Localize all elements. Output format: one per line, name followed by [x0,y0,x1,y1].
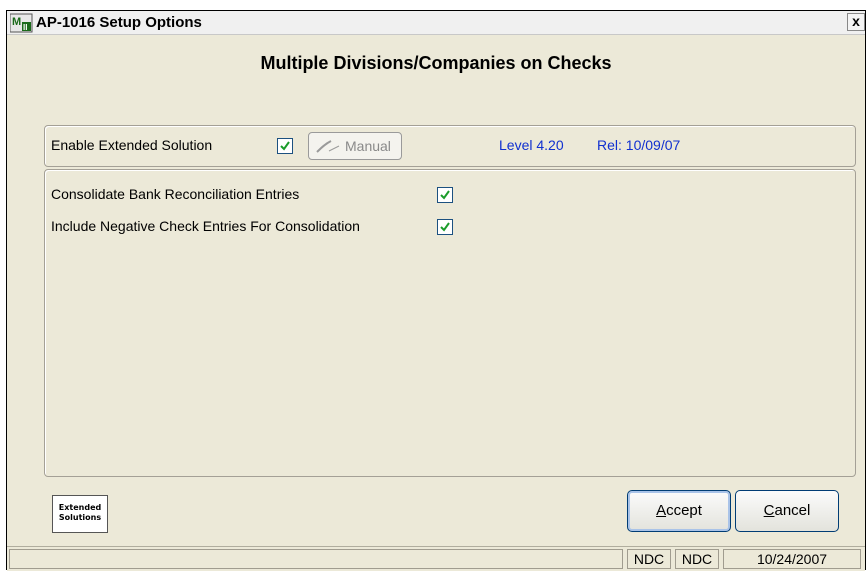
option-label: Consolidate Bank Reconciliation Entries [51,186,300,202]
page-title: Multiple Divisions/Companies on Checks [260,53,612,73]
accept-button-label: Accept [656,502,702,519]
title-bar[interactable]: M II AP-1016 Setup Options x [7,11,865,35]
status-date: 10/24/2007 [723,549,861,569]
pen-icon [316,140,340,153]
cancel-button-label: Cancel [763,502,811,519]
cancel-button[interactable]: Cancel [735,490,839,532]
manual-button-label: Manual [345,138,391,154]
status-company: NDC [627,549,671,569]
options-group [44,169,856,477]
manual-button[interactable]: Manual [308,132,402,160]
level-text: Level 4.20 [499,137,564,153]
logo-line: Extended [58,503,102,512]
app-icon: M II [9,13,34,33]
window-title: AP-1016 Setup Options [36,14,202,31]
checkmark-icon [280,141,290,151]
status-bar: NDC NDC 10/24/2007 [7,546,865,571]
checkmark-icon [440,222,450,232]
logo-line: Solutions [58,513,102,522]
option-label: Include Negative Check Entries For Conso… [51,218,360,234]
enable-extended-checkbox[interactable] [277,138,293,154]
include-negative-checkbox[interactable] [437,219,453,235]
enable-extended-label: Enable Extended Solution [51,137,213,153]
checkmark-icon [440,190,450,200]
setup-options-window: M II AP-1016 Setup Options x Multiple Di… [6,10,866,571]
svg-text:M: M [12,16,21,28]
status-panel-main [9,549,623,569]
release-text: Rel: 10/09/07 [597,137,681,153]
close-icon[interactable]: x [847,13,865,31]
status-user: NDC [675,549,719,569]
accept-button[interactable]: Accept [627,490,731,532]
svg-text:II: II [23,23,27,32]
extended-solutions-logo: Extended Solutions [52,495,108,533]
consolidate-bank-checkbox[interactable] [437,187,453,203]
